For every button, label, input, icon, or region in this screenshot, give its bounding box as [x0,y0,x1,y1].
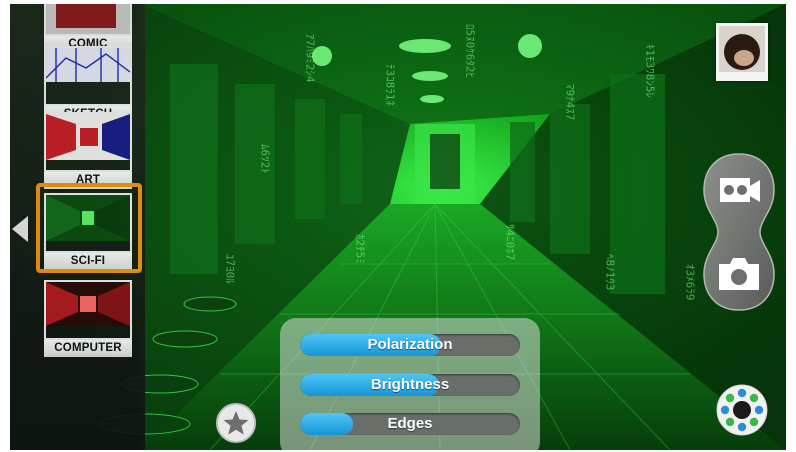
svg-text:ｷ1ﾓ3ﾜ8ﾝ5ﾚ: ｷ1ﾓ3ﾜ8ﾝ5ﾚ [644,44,657,98]
svg-text:ﾃ3ｺ8ﾗ1ﾈ: ﾃ3ｺ8ﾗ1ﾈ [384,64,397,106]
last-photo-preview [719,26,765,72]
slider-label: Polarization [367,336,453,353]
art-thumbnail [44,112,132,172]
svg-text:ｱ7ﾊ9ﾐ2ｼ4: ｱ7ﾊ9ﾐ2ｼ4 [304,34,317,83]
svg-text:ｵ3ﾒ6ﾗ9: ｵ3ﾒ6ﾗ9 [684,264,697,300]
video-camera-icon[interactable] [716,174,762,204]
slider-label: Brightness [370,376,450,393]
svg-text:ﾑ6ﾂ2ﾄ: ﾑ6ﾂ2ﾄ [259,144,272,174]
polarization-slider[interactable]: Polarization [300,334,520,356]
capture-controls [703,153,775,311]
filter-strip: COMIC SKETCH ART [10,4,145,450]
computer-thumbnail [44,280,132,340]
svg-text:ﾏ9ﾅ4ｽ7: ﾏ9ﾅ4ｽ7 [564,84,577,120]
sci-fi-thumbnail [44,193,132,253]
comic-thumbnail [44,4,132,36]
gallery-thumbnail[interactable] [716,23,768,81]
edges-slider[interactable]: Edges [300,413,520,435]
filter-sci-fi[interactable]: SCI-FI [44,193,134,270]
svg-text:ﾍ8ﾉ1ｳ3: ﾍ8ﾉ1ｳ3 [604,254,617,290]
dots-ring-icon[interactable] [716,384,768,436]
camera-icon[interactable] [716,254,762,294]
filter-label: ART [44,172,132,189]
adjustment-panel: Polarization Brightness Edges [280,318,540,450]
brightness-slider[interactable]: Brightness [300,374,520,396]
filter-computer[interactable]: COMPUTER [44,280,134,357]
svg-text:ﾕ7ﾖ0ﾙ: ﾕ7ﾖ0ﾙ [224,254,237,284]
svg-text:ﾛ5ﾇ0ｹ6ﾀ2ﾋ: ﾛ5ﾇ0ｹ6ﾀ2ﾋ [464,24,477,78]
filter-label: COMPUTER [44,340,132,357]
filter-art[interactable]: ART [44,112,134,189]
svg-text:ｻ4ﾆ0ﾎ7: ｻ4ﾆ0ﾎ7 [504,224,517,260]
star-icon[interactable] [215,402,257,444]
viewfinder[interactable]: ｱ7ﾊ9ﾐ2ｼ4 ﾃ3ｺ8ﾗ1ﾈ ﾛ5ﾇ0ｹ6ﾀ2ﾋ ﾏ9ﾅ4ｽ7 ｷ1ﾓ3ﾜ8… [10,4,786,450]
camera-app: ｱ7ﾊ9ﾐ2ｼ4 ﾃ3ｺ8ﾗ1ﾈ ﾛ5ﾇ0ｹ6ﾀ2ﾋ ﾏ9ﾅ4ｽ7 ｷ1ﾓ3ﾜ8… [0,0,796,452]
filter-label: SCI-FI [44,253,132,270]
left-arrow-icon[interactable] [12,216,28,242]
sketch-thumbnail [44,46,132,106]
svg-text:ｶ2ﾁ5ﾐ: ｶ2ﾁ5ﾐ [354,234,367,264]
slider-label: Edges [387,415,433,432]
